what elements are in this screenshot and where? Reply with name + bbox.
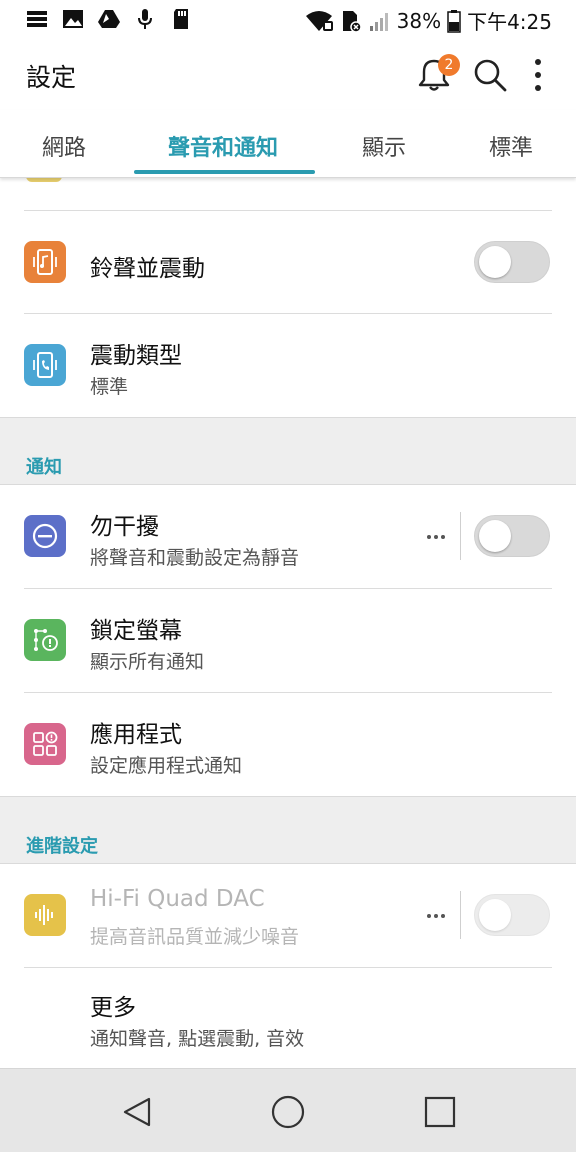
hifi-toggle[interactable] (474, 894, 550, 936)
status-left-icons (26, 8, 192, 30)
apps-subtitle: 設定應用程式通知 (90, 755, 243, 777)
lock-screen-subtitle: 顯示所有通知 (90, 651, 205, 673)
battery-icon (447, 9, 461, 33)
hifi-subtitle: 提高音訊品質並減少噪音 (90, 926, 300, 948)
dnd-title: 勿干擾 (90, 514, 159, 540)
tab-bar: 網路 聲音和通知 顯示 標準 (0, 110, 576, 178)
vertical-divider (460, 512, 461, 560)
section-header-notifications: 通知 (0, 417, 576, 485)
search-button[interactable] (462, 50, 518, 100)
more-title: 更多 (90, 995, 136, 1021)
settings-list[interactable]: 鈴聲並震動 震動類型 標準 通知 勿干擾 將聲音和震動設定為靜音 鎖定螢幕 顯示… (0, 178, 576, 1068)
image-icon (63, 10, 83, 28)
more-horiz-icon (427, 535, 445, 539)
dnd-subtitle: 將聲音和震動設定為靜音 (90, 547, 300, 569)
audio-wave-icon (24, 894, 66, 936)
do-not-disturb-icon (24, 515, 66, 557)
section-label: 通知 (26, 457, 62, 478)
toggle-knob (479, 520, 511, 552)
sdcard-icon (174, 9, 188, 29)
tab-sound-notifications[interactable]: 聲音和通知 (168, 130, 278, 162)
partial-icon-above (26, 178, 62, 182)
signal-icon (369, 12, 388, 31)
back-icon (123, 1097, 151, 1127)
vibration-phone-icon (24, 344, 66, 386)
overflow-menu-button[interactable] (518, 50, 558, 100)
page-title: 設定 (26, 63, 77, 92)
notifications-button[interactable]: 2 (406, 50, 462, 100)
section-label: 進階設定 (26, 836, 98, 857)
status-right: 38% 下午4:25 (305, 6, 552, 35)
vibration-type-value: 標準 (90, 376, 129, 398)
app-bar-actions: 2 (406, 50, 558, 100)
dnd-more-options-button[interactable] (426, 527, 446, 547)
battery-percent: 38% (396, 8, 442, 33)
tab-display[interactable]: 顯示 (362, 130, 406, 162)
search-icon (474, 59, 507, 92)
vertical-divider (460, 891, 461, 939)
lock-screen-row[interactable]: 鎖定螢幕 顯示所有通知 (0, 589, 576, 692)
sim-icon (342, 10, 362, 33)
ring-vibrate-row[interactable]: 鈴聲並震動 (0, 211, 576, 313)
more-row[interactable]: 更多 通知聲音, 點選震動, 音效 (0, 968, 576, 1068)
more-horiz-icon (427, 914, 445, 918)
storage-icon (27, 11, 47, 27)
app-bar: 設定 2 (0, 40, 576, 110)
clock: 下午4:25 (467, 10, 552, 34)
lock-screen-title: 鎖定螢幕 (90, 618, 182, 644)
more-subtitle: 通知聲音, 點選震動, 音效 (90, 1028, 305, 1050)
more-vert-icon (535, 59, 541, 91)
navigation-bar (0, 1068, 576, 1152)
apps-row[interactable]: 應用程式 設定應用程式通知 (0, 693, 576, 796)
apps-icon (24, 723, 66, 765)
hifi-title: Hi-Fi Quad DAC (90, 886, 265, 912)
ring-vibrate-title: 鈴聲並震動 (90, 256, 205, 282)
back-button[interactable] (112, 1087, 162, 1137)
notification-badge: 2 (438, 54, 460, 76)
ring-vibrate-icon (24, 241, 66, 283)
vibration-type-title: 震動類型 (90, 343, 182, 369)
ring-vibrate-toggle[interactable] (474, 241, 550, 283)
toggle-knob (479, 246, 511, 278)
hifi-quad-dac-row[interactable]: Hi-Fi Quad DAC 提高音訊品質並減少噪音 (0, 864, 576, 967)
mic-icon (138, 9, 152, 29)
hifi-more-options-button[interactable] (426, 906, 446, 926)
do-not-disturb-row[interactable]: 勿干擾 將聲音和震動設定為靜音 (0, 485, 576, 588)
status-bar: 38% 下午4:25 (0, 0, 576, 40)
section-header-advanced: 進階設定 (0, 796, 576, 864)
toggle-knob (479, 899, 511, 931)
lock-screen-icon (24, 619, 66, 661)
recents-button[interactable] (415, 1087, 465, 1137)
dnd-toggle[interactable] (474, 515, 550, 557)
drive-icon (98, 10, 120, 28)
apps-title: 應用程式 (90, 722, 182, 748)
vibration-type-row[interactable]: 震動類型 標準 (0, 314, 576, 417)
tab-general[interactable]: 標準 (489, 130, 533, 162)
active-tab-indicator (134, 170, 315, 174)
home-icon (271, 1095, 305, 1129)
tab-network[interactable]: 網路 (42, 130, 86, 162)
recents-icon (424, 1096, 456, 1128)
wifi-icon (305, 10, 333, 31)
home-button[interactable] (263, 1087, 313, 1137)
